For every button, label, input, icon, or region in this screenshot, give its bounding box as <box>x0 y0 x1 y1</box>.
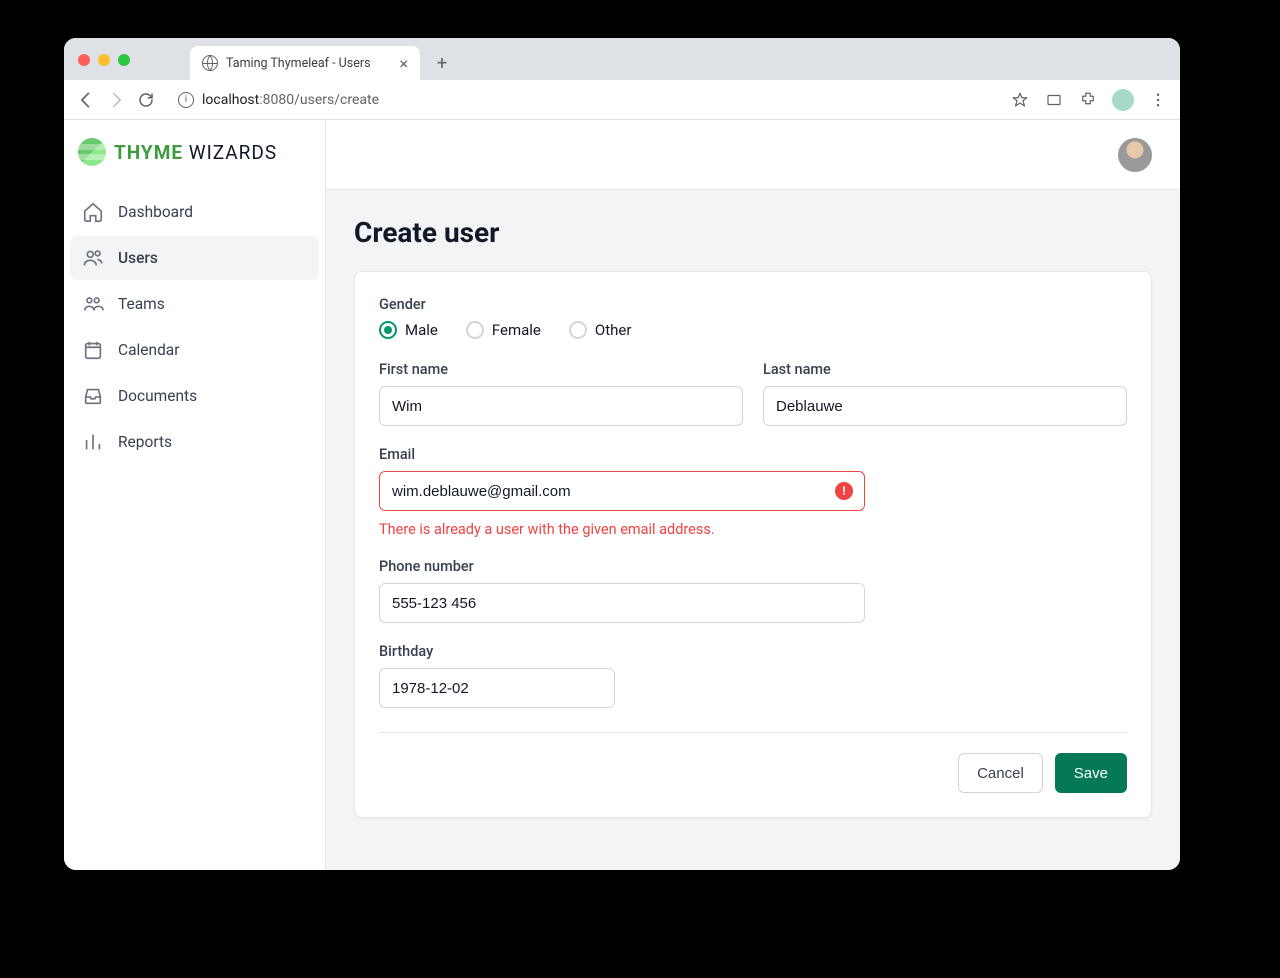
user-avatar[interactable] <box>1118 138 1152 172</box>
cancel-button[interactable]: Cancel <box>958 753 1043 793</box>
email-input[interactable] <box>379 471 865 511</box>
radio-label: Female <box>492 321 541 339</box>
globe-icon <box>202 55 218 71</box>
url-text: localhost:8080/users/create <box>202 92 379 108</box>
gender-radios: Male Female Other <box>379 321 1127 339</box>
email-error-message: There is already a user with the given e… <box>379 521 865 538</box>
content: Create user Gender Male Female <box>326 190 1180 848</box>
logo-text: THYME WIZARDS <box>114 141 277 164</box>
page-title: Create user <box>354 216 1152 249</box>
chart-icon <box>82 431 104 453</box>
sidebar-item-teams[interactable]: Teams <box>70 282 319 326</box>
back-button[interactable] <box>76 90 96 110</box>
sidebar-item-calendar[interactable]: Calendar <box>70 328 319 372</box>
browser-tab[interactable]: Taming Thymeleaf - Users × <box>190 46 420 80</box>
email-label: Email <box>379 446 865 463</box>
last-name-input[interactable] <box>763 386 1127 426</box>
radio-label: Other <box>595 321 632 339</box>
form-actions: Cancel Save <box>379 753 1127 793</box>
browser-window: Taming Thymeleaf - Users × + i localhost… <box>64 38 1180 870</box>
browser-menu-icon[interactable] <box>1148 90 1168 110</box>
sidebar-item-label: Dashboard <box>118 203 193 221</box>
logo-mark-icon <box>78 138 106 166</box>
sidebar-item-dashboard[interactable]: Dashboard <box>70 190 319 234</box>
divider <box>379 732 1127 733</box>
toolbar: i localhost:8080/users/create <box>64 80 1180 120</box>
window-controls <box>78 54 130 66</box>
extensions-icon[interactable] <box>1078 90 1098 110</box>
topbar <box>326 120 1180 190</box>
close-tab-icon[interactable]: × <box>399 54 408 73</box>
screen-icon[interactable] <box>1044 90 1064 110</box>
profile-avatar-icon[interactable] <box>1112 89 1134 111</box>
birthday-input[interactable] <box>379 668 615 708</box>
radio-icon <box>379 321 397 339</box>
radio-icon <box>569 321 587 339</box>
inbox-icon <box>82 385 104 407</box>
sidebar-item-reports[interactable]: Reports <box>70 420 319 464</box>
logo: THYME WIZARDS <box>64 138 325 190</box>
gender-female[interactable]: Female <box>466 321 541 339</box>
sidebar-item-users[interactable]: Users <box>70 236 319 280</box>
radio-label: Male <box>405 321 438 339</box>
maximize-window-icon[interactable] <box>118 54 130 66</box>
sidebar-item-label: Calendar <box>118 341 180 359</box>
calendar-icon <box>82 339 104 361</box>
reload-button[interactable] <box>136 90 156 110</box>
new-tab-button[interactable]: + <box>428 49 456 77</box>
teams-icon <box>82 293 104 315</box>
birthday-label: Birthday <box>379 643 615 660</box>
app: THYME WIZARDS Dashboard Users Teams Cal <box>64 120 1180 870</box>
first-name-input[interactable] <box>379 386 743 426</box>
tab-title: Taming Thymeleaf - Users <box>226 56 371 71</box>
home-icon <box>82 201 104 223</box>
bookmark-icon[interactable] <box>1010 90 1030 110</box>
main: Create user Gender Male Female <box>326 120 1180 870</box>
first-name-label: First name <box>379 361 743 378</box>
site-info-icon[interactable]: i <box>178 92 194 108</box>
nav: Dashboard Users Teams Calendar Documents <box>64 190 325 464</box>
form-card: Gender Male Female Other <box>354 271 1152 818</box>
tab-strip: Taming Thymeleaf - Users × + <box>64 38 1180 80</box>
browser-chrome: Taming Thymeleaf - Users × + i localhost… <box>64 38 1180 120</box>
minimize-window-icon[interactable] <box>98 54 110 66</box>
phone-input[interactable] <box>379 583 865 623</box>
sidebar-item-documents[interactable]: Documents <box>70 374 319 418</box>
sidebar-item-label: Documents <box>118 387 197 405</box>
sidebar: THYME WIZARDS Dashboard Users Teams Cal <box>64 120 326 870</box>
close-window-icon[interactable] <box>78 54 90 66</box>
forward-button[interactable] <box>106 90 126 110</box>
save-button[interactable]: Save <box>1055 753 1127 793</box>
error-icon: ! <box>835 482 853 500</box>
sidebar-item-label: Teams <box>118 295 165 313</box>
users-icon <box>82 247 104 269</box>
last-name-label: Last name <box>763 361 1127 378</box>
radio-icon <box>466 321 484 339</box>
gender-other[interactable]: Other <box>569 321 632 339</box>
sidebar-item-label: Users <box>118 249 158 267</box>
gender-male[interactable]: Male <box>379 321 438 339</box>
gender-label: Gender <box>379 296 1127 313</box>
sidebar-item-label: Reports <box>118 433 172 451</box>
phone-label: Phone number <box>379 558 865 575</box>
address-bar[interactable]: i localhost:8080/users/create <box>166 85 992 115</box>
